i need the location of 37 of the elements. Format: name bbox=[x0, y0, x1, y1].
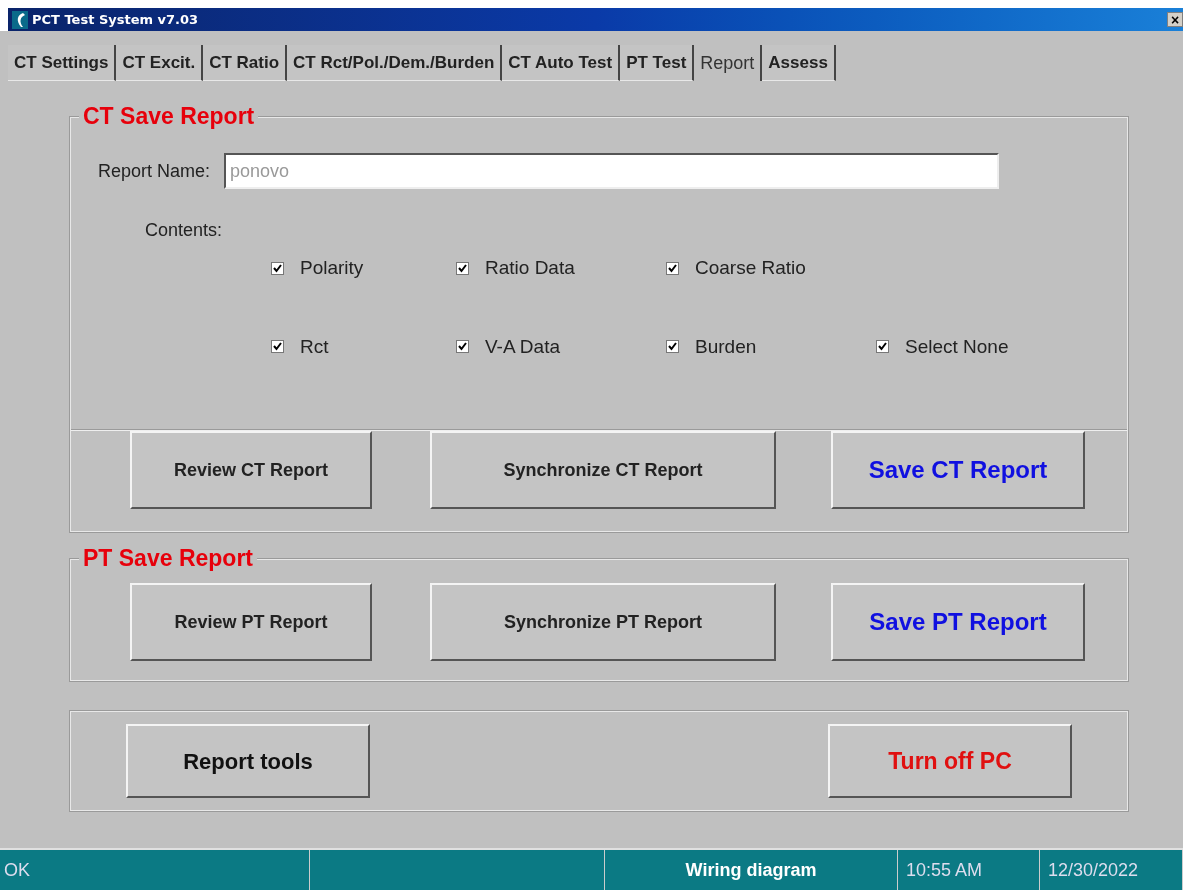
app-logo-icon bbox=[12, 10, 28, 29]
checkbox[interactable] bbox=[666, 261, 679, 275]
window-title: PCT Test System v7.03 bbox=[32, 10, 199, 29]
button[interactable]: Report tools bbox=[126, 724, 370, 798]
checkbox-label: Polarity bbox=[300, 256, 364, 280]
tab[interactable]: CT Ratio bbox=[203, 45, 288, 81]
close-button[interactable]: × bbox=[1167, 12, 1183, 27]
tab[interactable]: PT Test bbox=[620, 45, 695, 81]
tab[interactable]: CT Auto Test bbox=[502, 45, 621, 81]
checkbox-label: Ratio Data bbox=[485, 256, 575, 280]
tab[interactable]: CT Settings bbox=[8, 45, 117, 81]
button[interactable]: Synchronize CT Report bbox=[430, 431, 776, 509]
button[interactable]: Review CT Report bbox=[130, 431, 372, 509]
button[interactable]: Review PT Report bbox=[130, 583, 372, 661]
tab[interactable]: Assess bbox=[762, 45, 836, 81]
checkbox[interactable] bbox=[876, 340, 889, 354]
button[interactable]: Save PT Report bbox=[831, 583, 1085, 661]
checkbox[interactable] bbox=[456, 261, 469, 275]
button[interactable]: Synchronize PT Report bbox=[430, 583, 776, 661]
tab[interactable]: CT Excit. bbox=[116, 45, 204, 81]
checkbox[interactable] bbox=[456, 340, 469, 354]
checkbox-label: Select None bbox=[905, 334, 1009, 359]
status-text: Wiring diagram bbox=[685, 858, 817, 882]
status-text: 10:55 AM bbox=[905, 858, 983, 882]
field-label: Report Name: bbox=[98, 159, 211, 183]
checkbox[interactable] bbox=[271, 261, 284, 275]
status-text: OK bbox=[3, 858, 30, 882]
checkbox-label: Rct bbox=[300, 334, 329, 359]
checkbox-label: V-A Data bbox=[485, 334, 560, 359]
checkbox[interactable] bbox=[666, 340, 679, 354]
button[interactable]: Save CT Report bbox=[831, 431, 1085, 509]
checkbox[interactable] bbox=[271, 340, 284, 354]
tab[interactable]: CT Rct/Pol./Dem./Burden bbox=[287, 45, 503, 81]
status-text: 12/30/2022 bbox=[1047, 858, 1139, 882]
contents-label: Contents: bbox=[145, 219, 224, 242]
checkbox-label: Coarse Ratio bbox=[695, 256, 806, 280]
checkbox-label: Burden bbox=[695, 334, 757, 359]
